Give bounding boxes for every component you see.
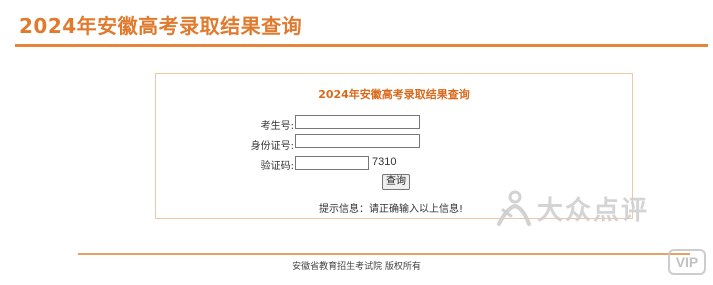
captcha-code: 7310: [372, 156, 397, 168]
vip-badge: VIP: [668, 249, 706, 275]
dianping-watermark: 大众点评: [493, 186, 708, 234]
id-number-input[interactable]: [295, 134, 420, 148]
page-title: 2024年安徽高考录取结果查询: [19, 14, 303, 38]
footer-divider: [78, 253, 690, 255]
captcha-label: 验证码:: [260, 161, 294, 172]
watermark-brand-text: 大众点评: [537, 196, 650, 226]
exam-number-input[interactable]: [295, 115, 420, 129]
query-submit-button[interactable]: 查询: [382, 174, 410, 190]
footer-copyright: 安徽省教育招生考试院 版权所有: [292, 262, 421, 272]
id-number-label: 身份证号:: [250, 141, 294, 152]
hint-text: 提示信息：请正确输入以上信息!: [319, 204, 464, 215]
form-title: 2024年安徽高考录取结果查询: [318, 88, 470, 101]
header-divider: [15, 44, 708, 47]
dianping-logo-icon: [497, 190, 531, 226]
exam-number-label: 考生号:: [260, 121, 294, 132]
captcha-input[interactable]: [295, 156, 369, 170]
